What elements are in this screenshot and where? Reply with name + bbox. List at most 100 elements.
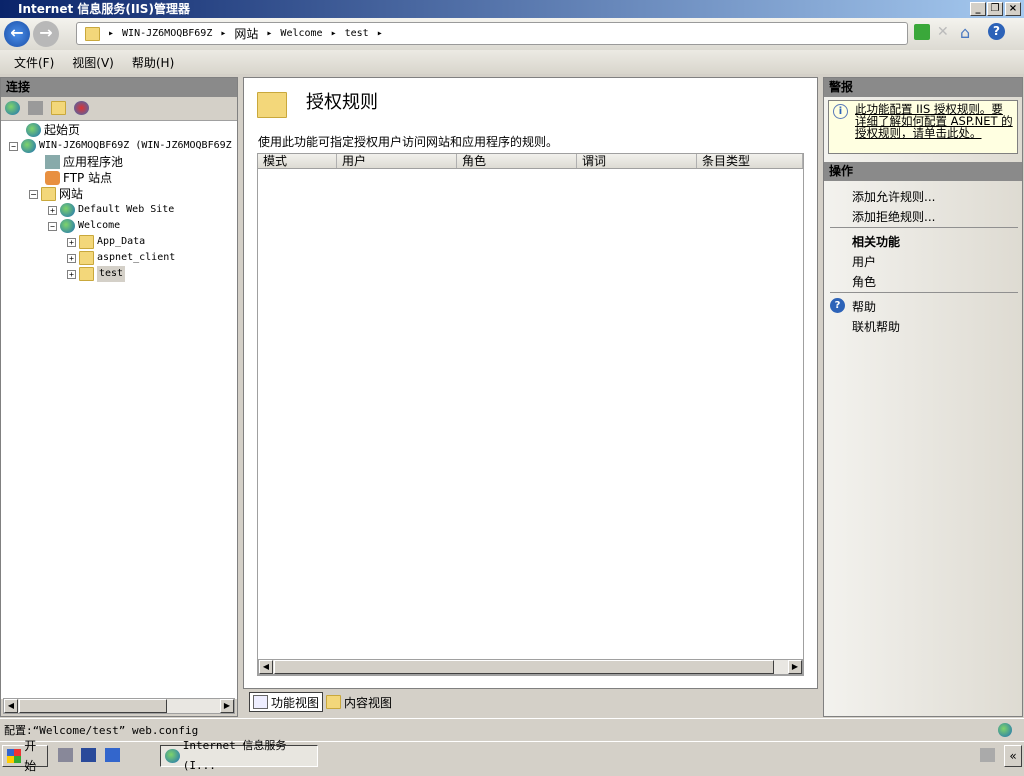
authorization-rules-icon: [257, 92, 287, 118]
powershell-icon[interactable]: [81, 748, 96, 762]
forward-button[interactable]: →: [33, 21, 59, 47]
breadcrumb-separator: ▸: [266, 28, 273, 39]
scroll-right-button[interactable]: ▶: [788, 660, 802, 674]
table-horizontal-scrollbar[interactable]: ◀ ▶: [258, 659, 803, 675]
back-arrow-icon: ←: [10, 23, 24, 42]
folder-icon: [79, 251, 94, 265]
tree-node-server[interactable]: − WIN-JZ6MOQBF69Z (WIN-JZ6MOQBF69Z: [9, 138, 232, 154]
node-label: 起始页: [44, 123, 81, 137]
collapse-icon[interactable]: −: [9, 141, 18, 151]
collapse-icon[interactable]: −: [29, 189, 38, 199]
server-manager-icon[interactable]: [58, 748, 73, 762]
taskbar-iis-manager[interactable]: Internet 信息服务(I...: [160, 739, 318, 772]
expand-icon[interactable]: +: [48, 205, 57, 215]
help-icon[interactable]: ?: [988, 23, 1005, 40]
up-folder-icon[interactable]: [51, 101, 66, 115]
column-header-entry-type[interactable]: 条目类型: [697, 154, 803, 168]
node-label: WIN-JZ6MOQBF69Z (WIN-JZ6MOQBF69Z: [39, 140, 232, 151]
breadcrumb-server[interactable]: WIN-JZ6MOQBF69Z: [122, 28, 212, 39]
tree-node-default-web-site[interactable]: + Default Web Site: [48, 202, 174, 218]
breadcrumb-separator: ▸: [330, 28, 337, 39]
scroll-right-button[interactable]: ▶: [220, 699, 234, 713]
column-header-roles[interactable]: 角色: [457, 154, 577, 168]
show-desktop-icon[interactable]: [105, 748, 120, 762]
scroll-left-button[interactable]: ◀: [4, 699, 18, 713]
start-label: 开始: [24, 739, 37, 773]
content-view-icon: [326, 695, 341, 709]
alert-text: 此功能配置 IIS 授权规则。要详细了解如何配置 ASP.NET 的授权规则，请…: [855, 102, 1013, 140]
stop-icon[interactable]: ✕: [937, 24, 953, 40]
scroll-thumb[interactable]: [274, 660, 774, 674]
menu-help[interactable]: 帮助(H): [132, 54, 174, 71]
tree-node-app-pools[interactable]: 应用程序池: [45, 154, 123, 170]
tray-expand-button[interactable]: «: [1004, 745, 1022, 767]
help-icon: ?: [830, 298, 845, 313]
tree-node-sites[interactable]: − 网站: [29, 186, 83, 202]
back-button[interactable]: ←: [4, 21, 30, 47]
users-link[interactable]: 用户: [852, 253, 876, 270]
breadcrumb-test[interactable]: test: [345, 28, 369, 39]
sites-icon: [41, 187, 56, 201]
tab-features-view[interactable]: 功能视图: [249, 692, 324, 712]
tree-node-app-data[interactable]: + App_Data: [67, 234, 145, 250]
related-features-header: 相关功能: [852, 235, 901, 249]
tree-node-start-page[interactable]: 起始页: [26, 122, 80, 138]
restore-button[interactable]: ❐: [987, 2, 1003, 16]
node-label: test: [97, 266, 126, 282]
minimize-button[interactable]: _: [970, 2, 986, 16]
save-icon[interactable]: [28, 101, 43, 115]
scroll-left-button[interactable]: ◀: [259, 660, 273, 674]
start-button[interactable]: 开始: [2, 739, 48, 773]
expand-icon[interactable]: +: [67, 237, 76, 247]
tab-content-view[interactable]: 内容视图: [323, 692, 395, 712]
tree-node-aspnet-client[interactable]: + aspnet_client: [67, 250, 175, 266]
refresh-icon[interactable]: [914, 24, 930, 40]
features-view-icon: [253, 695, 268, 709]
disconnect-icon[interactable]: [74, 101, 89, 115]
feature-panel: 授权规则 使用此功能可指定授权用户访问网站和应用程序的规则。 模式 用户 角色 …: [243, 77, 818, 689]
alert-message[interactable]: i 此功能配置 IIS 授权规则。要详细了解如何配置 ASP.NET 的授权规则…: [828, 100, 1018, 154]
actions-panel: 警报 i 此功能配置 IIS 授权规则。要详细了解如何配置 ASP.NET 的授…: [823, 77, 1023, 717]
iis-icon: [165, 749, 180, 763]
tab-label: 功能视图: [271, 695, 320, 710]
node-label: 应用程序池: [63, 155, 124, 169]
app-pool-icon: [45, 155, 60, 169]
navigation-bar: ← → ▸ WIN-JZ6MOQBF69Z ▸ 网站 ▸ Welcome ▸ t…: [0, 18, 1024, 50]
breadcrumb-separator: ▸: [108, 28, 115, 39]
server-icon: [21, 139, 36, 153]
menu-file[interactable]: 文件(F): [14, 54, 54, 71]
node-label: aspnet_client: [97, 252, 176, 263]
windows-logo-icon: [7, 749, 22, 763]
tree-node-ftp[interactable]: FTP 站点: [45, 170, 112, 186]
home-icon[interactable]: ⌂: [960, 23, 970, 42]
add-allow-rule-link[interactable]: 添加允许规则...: [852, 188, 935, 205]
window-title: Internet 信息服务(IIS)管理器: [18, 2, 190, 16]
connect-icon[interactable]: [5, 101, 20, 115]
address-bar[interactable]: ▸ WIN-JZ6MOQBF69Z ▸ 网站 ▸ Welcome ▸ test …: [76, 22, 908, 45]
breadcrumb-welcome[interactable]: Welcome: [280, 28, 322, 39]
connections-header: 连接: [1, 78, 237, 97]
help-link[interactable]: 帮助: [852, 298, 876, 315]
collapse-icon[interactable]: −: [48, 221, 57, 231]
tree-node-test[interactable]: + test: [67, 266, 126, 282]
breadcrumb-sites[interactable]: 网站: [234, 25, 258, 42]
folder-icon: [79, 267, 94, 281]
add-deny-rule-link[interactable]: 添加拒绝规则...: [852, 208, 935, 225]
tree-node-welcome[interactable]: − Welcome: [48, 218, 120, 234]
roles-link[interactable]: 角色: [852, 273, 876, 290]
tab-label: 内容视图: [344, 695, 393, 710]
info-icon: i: [833, 104, 848, 119]
online-help-link[interactable]: 联机帮助: [852, 318, 900, 335]
column-header-users[interactable]: 用户: [337, 154, 457, 168]
menu-bar: 文件(F) 视图(V) 帮助(H): [0, 50, 1024, 74]
scroll-thumb[interactable]: [19, 699, 167, 713]
menu-view[interactable]: 视图(V): [72, 54, 114, 71]
page-description: 使用此功能可指定授权用户访问网站和应用程序的规则。: [258, 135, 559, 149]
column-header-verbs[interactable]: 谓词: [577, 154, 697, 168]
close-button[interactable]: ×: [1005, 2, 1021, 16]
expand-icon[interactable]: +: [67, 269, 76, 279]
breadcrumb-separator: ▸: [376, 28, 383, 39]
tree-horizontal-scrollbar[interactable]: ◀ ▶: [3, 698, 235, 714]
expand-icon[interactable]: +: [67, 253, 76, 263]
column-header-mode[interactable]: 模式: [258, 154, 337, 168]
